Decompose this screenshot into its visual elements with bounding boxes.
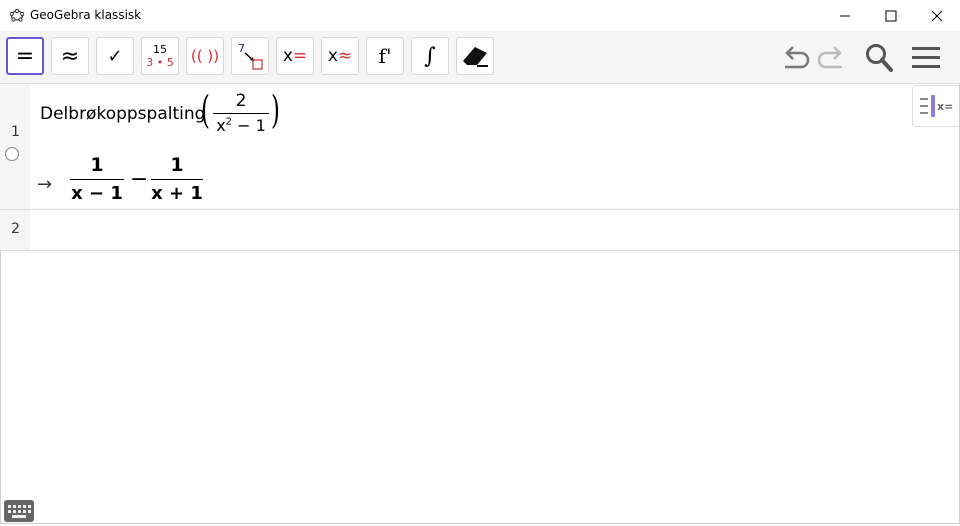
search-icon: [866, 44, 893, 72]
evaluate-tool-button[interactable]: =: [6, 37, 44, 75]
output-arrow: →: [37, 174, 53, 195]
expand-tool-button[interactable]: (( )): [186, 37, 224, 75]
minimize-button[interactable]: [822, 0, 868, 31]
close-button[interactable]: [914, 0, 960, 31]
geogebra-logo-icon: [10, 8, 24, 22]
delete-tool-button[interactable]: [456, 37, 494, 75]
redo-button[interactable]: [815, 41, 849, 75]
main-menu-button[interactable]: [909, 41, 943, 75]
row-number: 1: [11, 124, 20, 140]
derivative-tool-button[interactable]: f': [366, 37, 404, 75]
integral-tool-button[interactable]: ∫: [411, 37, 449, 75]
virtual-keyboard-button[interactable]: [4, 500, 34, 522]
fraction-bar: [213, 113, 269, 114]
row-number: 2: [11, 221, 20, 237]
input-numerator: 2: [235, 91, 247, 111]
cas-row-2[interactable]: 2: [0, 210, 960, 251]
row-gutter: [0, 84, 30, 209]
derivative-icon: f': [378, 44, 392, 68]
fraction-bar: [151, 179, 203, 180]
checkmark-icon: ✓: [107, 45, 123, 67]
keyboard-icon: [8, 505, 31, 518]
term1-numerator: 1: [90, 154, 104, 176]
input-fraction: 2 x2 − 1: [213, 91, 269, 135]
output-term2: 1 x + 1: [151, 154, 203, 204]
fraction-bar: [70, 179, 124, 180]
undo-button[interactable]: [778, 41, 812, 75]
numeric-tool-button[interactable]: ≈: [51, 37, 89, 75]
cas-toolbar: = ≈ ✓ 15 3 • 5 (( )) 7 x= x≈ f' ∫: [0, 31, 960, 84]
solve-numerically-tool-button[interactable]: x≈: [321, 37, 359, 75]
close-icon: [931, 10, 943, 21]
eraser-icon: [463, 47, 488, 67]
term1-denominator: x − 1: [71, 183, 123, 204]
output-operator: −: [130, 167, 149, 192]
search-button[interactable]: [862, 41, 896, 75]
equals-icon: =: [15, 43, 35, 69]
substitute-tool-button[interactable]: 7: [231, 37, 269, 75]
expand-parens-icon: (( )): [190, 47, 220, 65]
substitute-number-label: 7: [238, 42, 245, 55]
left-paren: (: [200, 88, 210, 132]
redo-icon: [817, 46, 842, 69]
factor-top-label: 15: [153, 43, 167, 56]
input-denominator: x2 − 1: [216, 116, 266, 135]
output-term1: 1 x − 1: [70, 154, 124, 204]
solve-numerically-icon: x≈: [327, 46, 353, 66]
factor-bottom-label: 3 • 5: [146, 56, 174, 69]
undo-icon: [785, 46, 810, 69]
solve-icon: x=: [282, 46, 308, 66]
menu-icon: [912, 47, 940, 68]
visibility-toggle[interactable]: [5, 147, 19, 161]
maximize-icon: [885, 10, 897, 21]
keep-input-tool-button[interactable]: ✓: [96, 37, 134, 75]
svg-text:x=: x=: [937, 100, 953, 113]
approx-icon: ≈: [60, 43, 80, 69]
algebra-description-toggle-button[interactable]: x=: [912, 85, 959, 127]
window-title: GeoGebra klassisk: [30, 8, 142, 22]
substitute-icon: 7: [238, 42, 263, 70]
term2-denominator: x + 1: [151, 183, 203, 204]
integral-icon: ∫: [424, 43, 436, 69]
minimize-icon: [840, 15, 850, 16]
maximize-button[interactable]: [868, 0, 914, 31]
title-bar: GeoGebra klassisk: [0, 0, 960, 31]
term2-numerator: 1: [170, 154, 184, 176]
algebra-description-icon: x=: [920, 95, 953, 117]
solve-tool-button[interactable]: x=: [276, 37, 314, 75]
command-name: Delbrøkoppspalting: [40, 104, 206, 124]
factor-tool-button[interactable]: 15 3 • 5: [141, 37, 179, 75]
right-paren: ): [270, 88, 280, 132]
cas-row-1[interactable]: 1 Delbrøkoppspalting ( 2 x2 − 1 ) → 1 x …: [0, 84, 960, 210]
